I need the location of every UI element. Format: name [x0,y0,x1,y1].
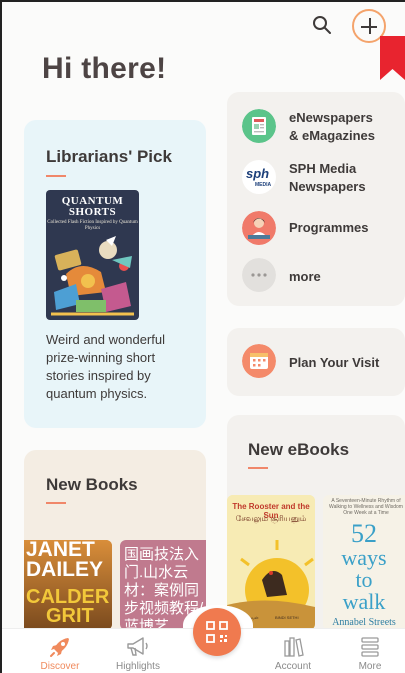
ebook-word-ways: ways [341,545,387,570]
nav-more[interactable]: More [335,629,405,673]
ebook-cover-52-ways[interactable]: A Seventeen-Minute Rhythm of Walking to … [323,495,405,630]
librarians-pick-description: Weird and wonderful prize-winning short … [46,332,165,401]
menu-item-enewspapers[interactable]: eNewspapers & eMagazines [242,109,405,145]
book-cover-calder-grit[interactable]: JANET DAILEY CALDER GRIT [24,540,112,630]
librarians-pick-title: Librarians' Pick [46,147,172,166]
title-underline [46,502,66,504]
calendar-icon [242,344,276,378]
newspaper-icon [242,109,276,143]
nav-account[interactable]: Account [258,629,328,673]
cover-title: QUANTUM SHORTS [61,195,124,218]
nav-discover[interactable]: Discover [25,629,95,673]
new-books-title: New Books [46,475,138,494]
menu-label: more [289,269,321,284]
sph-logo-icon: sph MEDIA [242,160,276,194]
more-dots-icon [242,258,276,292]
ebook-tagline: A Seventeen-Minute Rhythm of Walking to … [329,498,403,516]
ebook-illustrator: BINDI SETHI [275,615,299,620]
books-icon [284,637,304,657]
ebook-author: Annabel Streets [332,617,396,628]
top-bar [0,0,405,80]
plan-visit-item[interactable]: Plan Your Visit [242,344,405,380]
title-underline [46,175,66,177]
sph-logo-text: sph [246,166,270,181]
librarians-pick-cover[interactable]: QUANTUM SHORTS Collected Flash Fiction I… [46,190,139,320]
ebook-number: 52 [351,519,377,548]
bookmark-icon[interactable] [380,36,405,80]
menu-label-line1: SPH Media [289,161,357,176]
app-screen: Hi there! Librarians' Pick QUANTUM SHORT… [0,0,405,673]
menu-item-more[interactable]: more [242,258,405,294]
menu-label-line2: & eMagazines [289,128,375,143]
menu-item-programmes[interactable]: Programmes [242,211,405,247]
menu-label: Programmes [289,220,369,235]
plan-visit-label: Plan Your Visit [289,355,380,370]
cover-subtitle: Collected Flash Fiction Inspired by Quan… [47,220,138,231]
greeting-title: Hi there! [42,52,167,85]
cover-illustration [51,236,134,316]
nav-label: Highlights [116,661,160,672]
rocket-icon [50,638,69,657]
book-title-line2: GRIT [46,605,94,627]
menu-item-sph-media[interactable]: sph MEDIA SPH Media Newspapers [242,160,405,196]
book-author-line1: JANET [26,540,95,561]
new-ebooks-title: New eBooks [248,440,350,459]
menu-label-line2: Newspapers [289,179,366,194]
title-underline [248,467,268,469]
list-icon [361,637,379,657]
ebook-word-walk: walk [342,589,386,614]
book-author-line2: DAILEY [26,558,104,581]
presenter-icon [242,211,276,245]
qr-code-icon [206,621,228,643]
megaphone-icon [127,637,148,656]
nav-label: Discover [40,661,80,672]
frame-edge [0,0,2,673]
search-icon[interactable] [312,15,332,35]
nav-label: More [358,661,382,672]
nav-highlights[interactable]: Highlights [103,629,173,673]
ebook-word-to: to [355,567,373,592]
qr-scan-button[interactable] [193,608,241,656]
ebook-title-tamil: சேவலும் சூரியனும் [235,514,307,523]
menu-label-line1: eNewspapers [289,110,373,125]
nav-label: Account [274,661,312,672]
frame-edge [0,0,405,2]
sph-logo-sub: MEDIA [255,182,272,188]
